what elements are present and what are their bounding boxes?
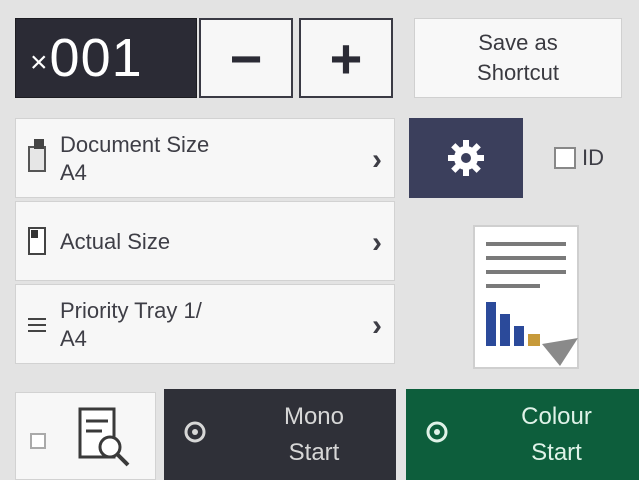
setting-label: Actual Size bbox=[60, 229, 171, 254]
save-as-shortcut-button[interactable]: Save as Shortcut bbox=[414, 18, 622, 98]
setting-label: Document Size bbox=[60, 132, 210, 157]
minus-icon: − bbox=[229, 26, 263, 90]
gear-icon bbox=[448, 140, 484, 176]
setting-document-size[interactable]: Document Size A4 › bbox=[15, 118, 395, 198]
scale-icon bbox=[28, 227, 46, 255]
copy-preview-icon bbox=[473, 225, 579, 369]
plus-icon: + bbox=[329, 26, 363, 90]
id-label: ID bbox=[582, 145, 604, 170]
setting-label: Priority Tray 1/ bbox=[60, 298, 202, 323]
preview-checkbox[interactable] bbox=[30, 433, 46, 449]
id-copy-toggle[interactable]: ID bbox=[534, 118, 624, 198]
copies-value: 001 bbox=[49, 28, 143, 88]
mono-start-line1: Mono bbox=[283, 403, 345, 430]
copies-prefix: × bbox=[30, 46, 48, 79]
chevron-right-icon: › bbox=[372, 143, 382, 176]
copies-count-display[interactable]: × 001 bbox=[15, 18, 197, 98]
setting-scale[interactable]: Actual Size › bbox=[15, 201, 395, 281]
preview-magnifier-icon bbox=[78, 407, 130, 467]
colour-start-line1: Colour bbox=[521, 403, 592, 430]
start-diamond-icon bbox=[426, 421, 448, 443]
id-checkbox[interactable] bbox=[554, 147, 576, 169]
chevron-right-icon: › bbox=[372, 309, 382, 342]
chevron-right-icon: › bbox=[372, 226, 382, 259]
tray-icon bbox=[28, 318, 46, 332]
document-size-icon bbox=[28, 139, 46, 172]
colour-start-line2: Start bbox=[531, 439, 582, 466]
increment-button[interactable]: + bbox=[299, 18, 393, 98]
start-diamond-icon bbox=[184, 421, 206, 443]
decrement-button[interactable]: − bbox=[199, 18, 293, 98]
mono-start-button[interactable]: Mono Start bbox=[164, 389, 396, 480]
shortcut-label-line2: Shortcut bbox=[477, 60, 559, 85]
mono-start-line2: Start bbox=[288, 439, 340, 466]
setting-value: A4 bbox=[60, 160, 87, 185]
options-button[interactable] bbox=[409, 118, 523, 198]
setting-tray[interactable]: Priority Tray 1/ A4 › bbox=[15, 284, 395, 364]
colour-start-button[interactable]: Colour Start bbox=[406, 389, 639, 480]
preview-button[interactable] bbox=[15, 392, 156, 480]
shortcut-label-line1: Save as bbox=[478, 30, 558, 55]
setting-value: A4 bbox=[60, 326, 87, 351]
